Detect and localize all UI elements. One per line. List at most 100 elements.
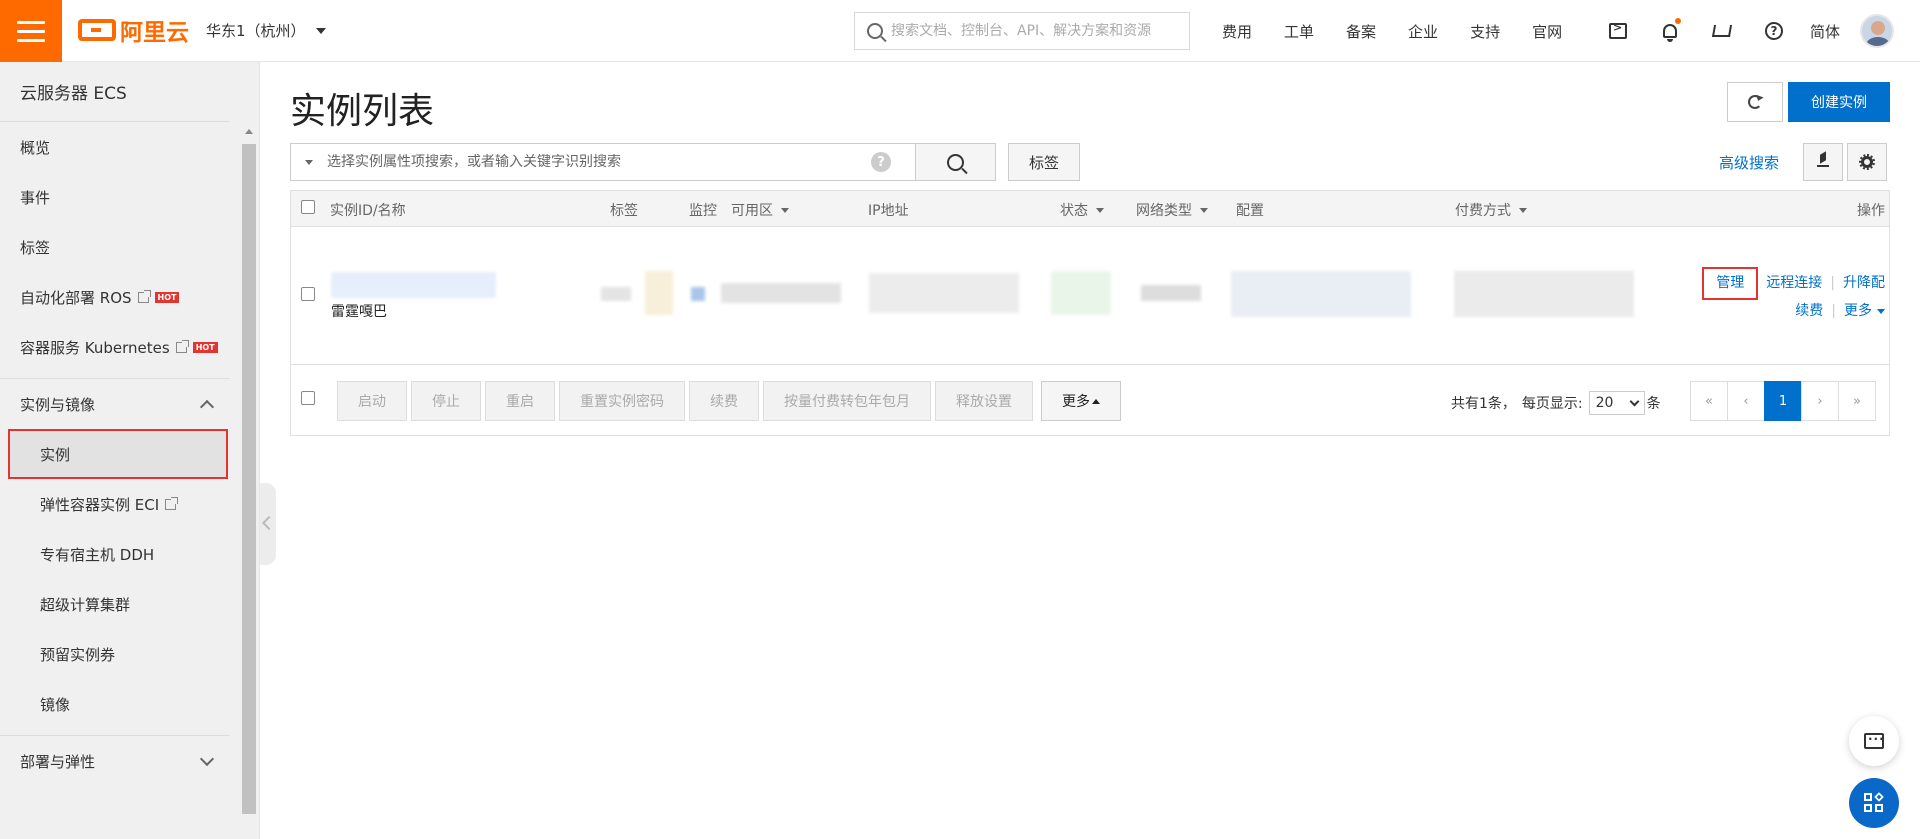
advanced-search-link[interactable]: 高级搜索 bbox=[1719, 152, 1779, 173]
last-page-button[interactable]: » bbox=[1838, 381, 1876, 421]
renew-link[interactable]: 续费 bbox=[1795, 303, 1823, 319]
instance-name: 雷霆嘎巴 bbox=[331, 304, 387, 320]
pagination-info: 共有1条， 每页显示: 20 条 bbox=[1451, 391, 1661, 415]
action-separator: | bbox=[1830, 275, 1835, 291]
chevron-up-icon bbox=[199, 399, 215, 414]
help-icon[interactable]: ? bbox=[871, 152, 891, 172]
hamburger-menu-icon[interactable] bbox=[0, 0, 62, 62]
convert-billing-button[interactable]: 按量付费转包年包月 bbox=[763, 381, 931, 421]
col-zone-label: 可用区 bbox=[731, 203, 773, 219]
create-instance-button[interactable]: 创建实例 bbox=[1788, 82, 1890, 122]
search-button[interactable] bbox=[916, 143, 996, 181]
sidebar-item-label: 概览 bbox=[20, 138, 51, 157]
settings-button[interactable] bbox=[1847, 143, 1887, 181]
prev-page-button[interactable]: ‹ bbox=[1727, 381, 1765, 421]
reset-password-button[interactable]: 重置实例密码 bbox=[559, 381, 685, 421]
tag-filter-button[interactable]: 标签 bbox=[1008, 143, 1080, 181]
global-search[interactable] bbox=[854, 12, 1190, 50]
help-button[interactable]: ? bbox=[1748, 0, 1800, 62]
sidebar-item-overview[interactable]: 概览 bbox=[0, 122, 230, 172]
stop-button[interactable]: 停止 bbox=[411, 381, 481, 421]
sidebar-item-tags[interactable]: 标签 bbox=[0, 222, 230, 272]
region-selector[interactable]: 华东1（杭州） bbox=[206, 20, 326, 41]
bell-icon bbox=[1663, 24, 1677, 42]
table-footer: 启动 停止 重启 重置实例密码 续费 按量付费转包年包月 释放设置 更多 共有1… bbox=[291, 365, 1889, 435]
language-switch[interactable]: 简体 bbox=[1810, 21, 1840, 42]
sidebar-item-images[interactable]: 镜像 bbox=[0, 679, 230, 729]
nav-support[interactable]: 支持 bbox=[1470, 21, 1500, 42]
sidebar-item-label: 超级计算集群 bbox=[40, 595, 131, 614]
sidebar-item-ros[interactable]: 自动化部署 ROS HOT bbox=[0, 272, 230, 322]
bulk-actions: 启动 停止 重启 重置实例密码 续费 按量付费转包年包月 释放设置 更多 bbox=[337, 381, 1121, 421]
status-redacted bbox=[1051, 271, 1111, 315]
col-network[interactable]: 网络类型 bbox=[1136, 200, 1208, 220]
export-button[interactable] bbox=[1803, 143, 1843, 181]
aliyun-logo[interactable]: 阿里云 bbox=[78, 14, 189, 46]
caret-down-icon bbox=[1200, 207, 1208, 213]
sidebar-group-deploy-toggle[interactable]: 部署与弹性 bbox=[0, 736, 230, 786]
renew-button[interactable]: 续费 bbox=[689, 381, 759, 421]
scroll-up-icon[interactable] bbox=[245, 129, 253, 134]
sidebar-item-kubernetes[interactable]: 容器服务 Kubernetes HOT bbox=[0, 322, 230, 372]
sidebar-item-events[interactable]: 事件 bbox=[0, 172, 230, 222]
cart-button[interactable] bbox=[1696, 0, 1748, 62]
tag-redacted bbox=[601, 287, 631, 301]
col-status[interactable]: 状态 bbox=[1060, 200, 1104, 220]
footer-select-all-checkbox[interactable] bbox=[301, 391, 315, 405]
upgrade-link[interactable]: 升降配 bbox=[1843, 275, 1885, 291]
first-page-button[interactable]: « bbox=[1690, 381, 1728, 421]
avatar[interactable] bbox=[1860, 14, 1895, 48]
sidebar-item-ddh[interactable]: 专有宿主机 DDH bbox=[0, 529, 230, 579]
col-ip: IP地址 bbox=[868, 203, 909, 219]
more-actions-link[interactable]: 更多 bbox=[1844, 303, 1885, 319]
col-monitor: 监控 bbox=[689, 203, 717, 219]
caret-down-icon bbox=[1519, 207, 1527, 213]
per-page-select[interactable]: 20 bbox=[1588, 391, 1645, 415]
page-1-button[interactable]: 1 bbox=[1764, 381, 1802, 421]
remote-connect-link[interactable]: 远程连接 bbox=[1766, 275, 1822, 291]
next-page-button[interactable]: › bbox=[1801, 381, 1839, 421]
external-link-icon bbox=[165, 496, 179, 510]
terminal-button[interactable] bbox=[1592, 0, 1644, 62]
col-zone[interactable]: 可用区 bbox=[731, 200, 789, 220]
caret-down-icon[interactable] bbox=[305, 159, 313, 165]
sidebar-item-reserved[interactable]: 预留实例券 bbox=[0, 629, 230, 679]
sidebar-scrollbar[interactable] bbox=[240, 122, 258, 839]
restart-button[interactable]: 重启 bbox=[485, 381, 555, 421]
nav-icp[interactable]: 备案 bbox=[1346, 21, 1376, 42]
global-search-input[interactable] bbox=[891, 23, 1181, 39]
start-button[interactable]: 启动 bbox=[337, 381, 407, 421]
nav-fees[interactable]: 费用 bbox=[1222, 21, 1252, 42]
nav-enterprise[interactable]: 企业 bbox=[1408, 21, 1438, 42]
chevron-down-icon bbox=[1629, 396, 1640, 406]
sidebar-group-instances-toggle[interactable]: 实例与镜像 bbox=[0, 379, 230, 429]
sidebar-collapse-handle[interactable] bbox=[260, 483, 276, 565]
select-all-checkbox[interactable] bbox=[301, 200, 315, 214]
external-link-icon bbox=[175, 339, 189, 353]
release-settings-button[interactable]: 释放设置 bbox=[935, 381, 1033, 421]
search-icon bbox=[947, 153, 964, 171]
sidebar-item-scc[interactable]: 超级计算集群 bbox=[0, 579, 230, 629]
manage-link[interactable]: 管理 bbox=[1702, 267, 1759, 300]
nav-tickets[interactable]: 工单 bbox=[1284, 21, 1314, 42]
monitor-redacted[interactable] bbox=[645, 271, 673, 315]
apps-button[interactable] bbox=[1849, 778, 1899, 828]
instance-filter-input[interactable] bbox=[327, 154, 867, 170]
sidebar-item-instances[interactable]: 实例 bbox=[8, 429, 228, 479]
ip-redacted bbox=[869, 273, 1019, 313]
notifications-button[interactable] bbox=[1644, 0, 1696, 62]
monitor-chart-icon[interactable] bbox=[691, 287, 705, 301]
scrollbar-thumb[interactable] bbox=[242, 144, 256, 814]
instance-id-redacted[interactable] bbox=[331, 272, 496, 298]
row-checkbox[interactable] bbox=[301, 287, 315, 301]
nav-official-site[interactable]: 官网 bbox=[1532, 21, 1562, 42]
config-redacted bbox=[1231, 271, 1411, 317]
instance-filter[interactable]: ? bbox=[290, 143, 916, 181]
col-billing[interactable]: 付费方式 bbox=[1455, 200, 1527, 220]
bulk-more-button[interactable]: 更多 bbox=[1041, 381, 1121, 421]
sidebar-item-label: 实例 bbox=[40, 445, 71, 464]
chat-button[interactable] bbox=[1849, 716, 1899, 766]
refresh-button[interactable] bbox=[1727, 82, 1783, 122]
caret-down-icon bbox=[781, 207, 789, 213]
sidebar-item-eci[interactable]: 弹性容器实例 ECI bbox=[0, 479, 230, 529]
